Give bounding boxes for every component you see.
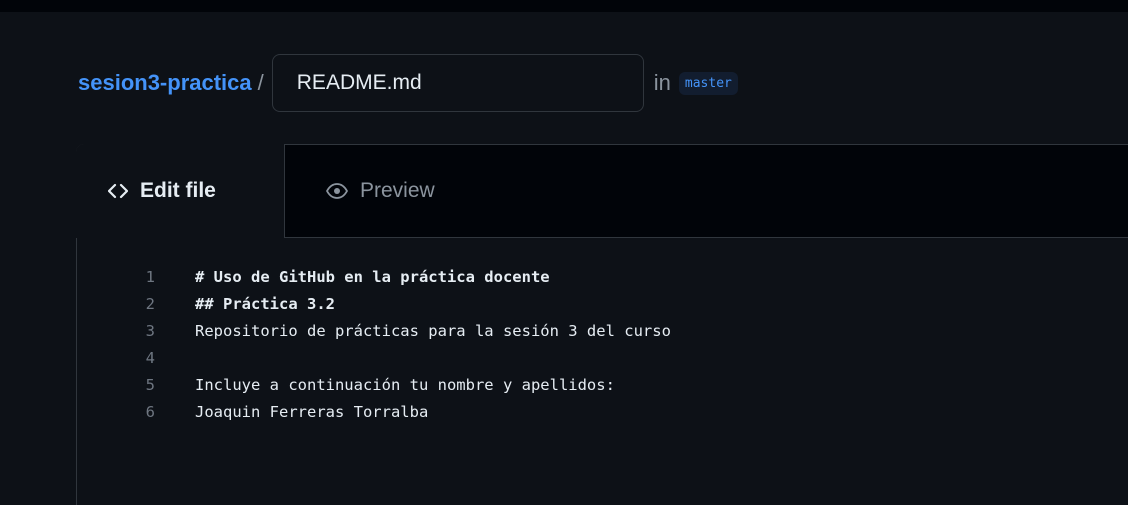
code-line: 5 Incluye a continuación tu nombre y ape… xyxy=(77,372,615,398)
in-label: in xyxy=(653,70,671,95)
code-line: 2 ## Práctica 3.2 xyxy=(77,291,335,317)
filename-input[interactable] xyxy=(271,54,644,112)
page: sesion3-practica / in master Edit file xyxy=(0,0,1128,505)
line-number: 1 xyxy=(145,268,155,286)
line-text: ## Práctica 3.2 xyxy=(195,295,335,313)
file-editor: Edit file Preview 1 # Uso de GitHub en l… xyxy=(76,144,1128,505)
line-text: Incluye a continuación tu nombre y apell… xyxy=(195,376,615,394)
tab-edit-file-label: Edit file xyxy=(140,179,216,202)
code-editor[interactable]: 1 # Uso de GitHub en la práctica docente… xyxy=(76,238,1128,505)
line-number: 6 xyxy=(145,403,155,421)
line-number: 3 xyxy=(145,322,155,340)
code-line: 4 xyxy=(77,345,195,371)
code-line: 1 # Uso de GitHub en la práctica docente xyxy=(77,264,550,290)
tab-preview-label: Preview xyxy=(360,179,435,202)
tab-edit-file[interactable]: Edit file xyxy=(76,144,285,238)
tab-preview[interactable]: Preview xyxy=(286,144,435,238)
branch-badge[interactable]: master xyxy=(678,71,738,95)
line-text: Repositorio de prácticas para la sesión … xyxy=(195,322,671,340)
code-icon xyxy=(108,183,128,199)
breadcrumb: sesion3-practica / in master xyxy=(78,52,738,114)
code-line: 3 Repositorio de prácticas para la sesió… xyxy=(77,318,671,344)
code-line: 6 Joaquin Ferreras Torralba xyxy=(77,399,429,425)
top-strip xyxy=(0,0,1128,12)
line-number: 5 xyxy=(145,376,155,394)
line-number: 4 xyxy=(145,349,155,367)
repo-link[interactable]: sesion3-practica xyxy=(78,70,252,96)
eye-icon xyxy=(326,183,348,199)
line-text: # Uso de GitHub en la práctica docente xyxy=(195,268,550,286)
path-separator: / xyxy=(257,70,264,95)
line-number: 2 xyxy=(145,295,155,313)
line-text: Joaquin Ferreras Torralba xyxy=(195,403,429,421)
